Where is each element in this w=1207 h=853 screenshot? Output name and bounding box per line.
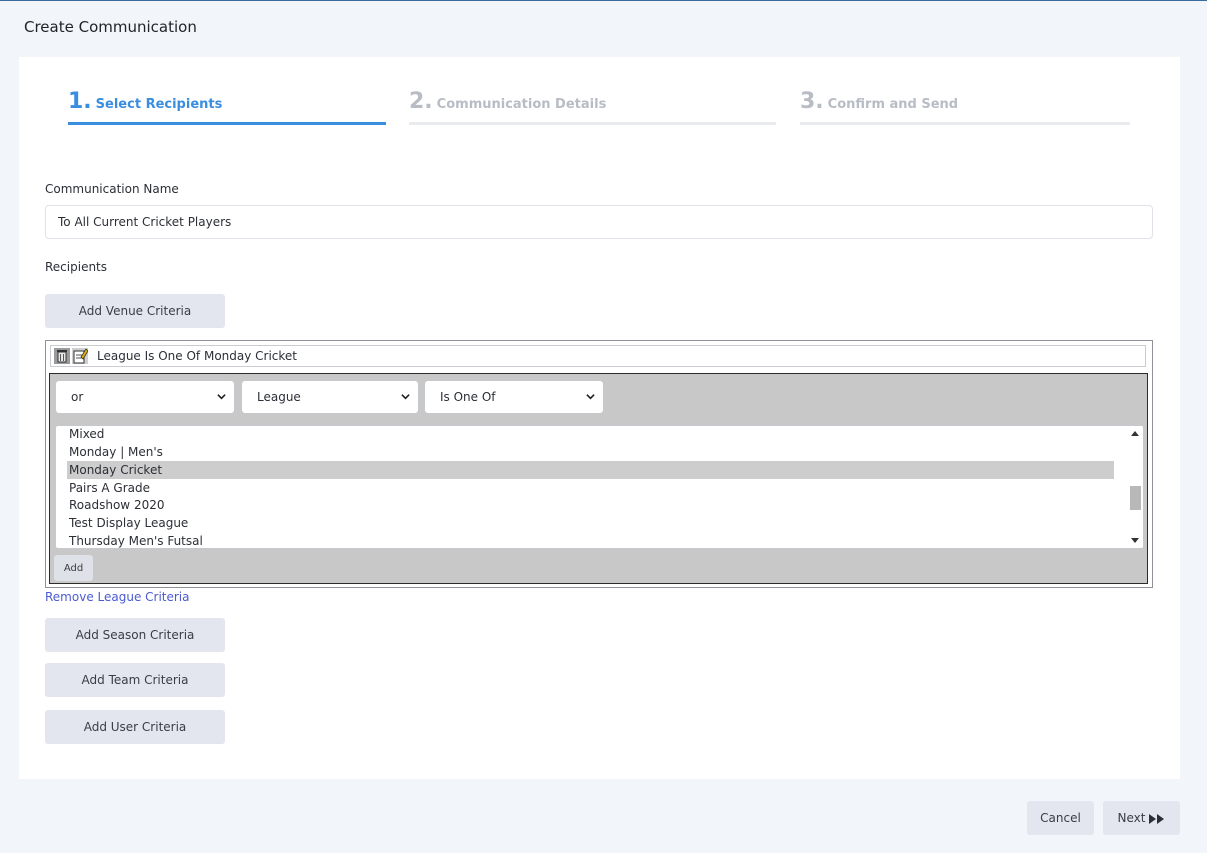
trash-icon[interactable] bbox=[54, 348, 70, 364]
chevron-down-icon bbox=[217, 394, 226, 400]
field-select[interactable]: League bbox=[241, 380, 419, 414]
step-number: 3. bbox=[800, 89, 824, 114]
listbox-scrollbar[interactable] bbox=[1126, 426, 1143, 548]
edit-icon[interactable] bbox=[72, 348, 89, 364]
step-confirm-and-send[interactable]: 3. Confirm and Send bbox=[800, 87, 1130, 127]
step-label: Select Recipients bbox=[95, 97, 223, 112]
step-number: 2. bbox=[409, 89, 433, 114]
list-item-selected[interactable]: Monday Cricket bbox=[67, 461, 1114, 479]
criteria-summary-text: League Is One Of Monday Cricket bbox=[97, 349, 298, 363]
list-item[interactable]: Thursday Men's Futsal bbox=[67, 532, 1114, 548]
step-number: 1. bbox=[68, 89, 92, 114]
page-title: Create Communication bbox=[24, 18, 197, 36]
add-user-criteria-button[interactable]: Add User Criteria bbox=[45, 710, 225, 744]
list-item[interactable]: Roadshow 2020 bbox=[67, 496, 1114, 514]
chevron-down-icon bbox=[401, 394, 410, 400]
fast-forward-icon bbox=[1149, 813, 1165, 824]
step-indicator-bar bbox=[800, 122, 1130, 125]
step-communication-details[interactable]: 2. Communication Details bbox=[409, 87, 776, 127]
list-item[interactable]: Test Display League bbox=[67, 514, 1114, 532]
step-indicator-bar bbox=[68, 122, 386, 125]
chevron-down-icon bbox=[586, 394, 595, 400]
add-option-button[interactable]: Add bbox=[54, 555, 93, 581]
scroll-up-arrow-icon[interactable] bbox=[1131, 431, 1139, 436]
scroll-down-arrow-icon[interactable] bbox=[1131, 538, 1139, 543]
step-label: Confirm and Send bbox=[827, 97, 959, 112]
list-item[interactable]: Pairs A Grade bbox=[67, 479, 1114, 497]
list-item[interactable]: Mixed bbox=[67, 426, 1114, 443]
operator-select[interactable]: Is One Of bbox=[424, 380, 604, 414]
league-criteria-box: League Is One Of Monday Cricket or Leagu… bbox=[45, 340, 1153, 588]
add-venue-criteria-button[interactable]: Add Venue Criteria bbox=[45, 294, 225, 328]
communication-name-label: Communication Name bbox=[45, 182, 179, 196]
step-indicator-bar bbox=[409, 122, 776, 125]
list-item[interactable]: Monday | Men's bbox=[67, 443, 1114, 461]
step-select-recipients[interactable]: 1. Select Recipients bbox=[68, 87, 386, 127]
scroll-thumb[interactable] bbox=[1130, 486, 1141, 510]
add-season-criteria-button[interactable]: Add Season Criteria bbox=[45, 618, 225, 652]
field-select-value: League bbox=[257, 390, 301, 404]
criteria-summary-row: League Is One Of Monday Cricket bbox=[50, 345, 1146, 367]
remove-league-criteria-link[interactable]: Remove League Criteria bbox=[45, 590, 190, 604]
cancel-button[interactable]: Cancel bbox=[1027, 801, 1094, 835]
league-options-listbox[interactable]: Mixed Monday | Men's Monday Cricket Pair… bbox=[55, 425, 1144, 549]
logic-select-value: or bbox=[71, 390, 84, 404]
wizard-card: 1. Select Recipients 2. Communication Deta… bbox=[19, 57, 1180, 779]
step-label: Communication Details bbox=[436, 97, 607, 112]
next-button[interactable]: Next bbox=[1103, 801, 1180, 835]
operator-select-value: Is One Of bbox=[440, 390, 496, 404]
recipients-label: Recipients bbox=[45, 260, 108, 274]
logic-select[interactable]: or bbox=[55, 380, 235, 414]
next-button-label: Next bbox=[1117, 811, 1146, 825]
communication-name-input[interactable] bbox=[45, 205, 1153, 239]
add-team-criteria-button[interactable]: Add Team Criteria bbox=[45, 663, 225, 697]
criteria-editor-panel: or League Is One Of Mixed Monday | Men's… bbox=[49, 373, 1148, 584]
